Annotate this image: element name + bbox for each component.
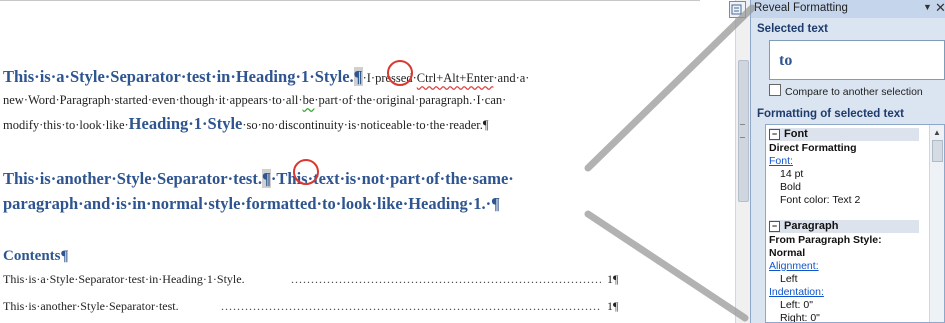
compare-checkbox[interactable]: Compare to another selection: [769, 84, 923, 98]
text-run: modify·this·to·look·like·: [3, 118, 129, 132]
font-color-value: Font color: Text 2: [780, 194, 861, 206]
toc-entry-text: This·is·a·Style·Separator·test·in·Headin…: [3, 272, 245, 286]
collapse-icon[interactable]: −: [769, 129, 780, 140]
toc-entry[interactable]: This·is·a·Style·Separator·test·in·Headin…: [3, 272, 623, 287]
style-separator-mark: ¶: [353, 67, 363, 86]
heading-style-text: Heading·1·Style: [128, 114, 243, 133]
toc-entry[interactable]: This·is·another·Style·Separator·test. ..…: [3, 299, 623, 314]
font-link[interactable]: Font:: [769, 155, 793, 167]
paragraph-2-line-2[interactable]: paragraph·and·is·in·normal·style·formatt…: [3, 194, 500, 214]
text-run: ·part·of·the·original·paragraph.·I·can·: [314, 93, 507, 107]
paragraph-1-line-3[interactable]: modify·this·to·look·like·Heading·1·Style…: [3, 114, 489, 134]
alignment-link[interactable]: Alignment:: [769, 260, 819, 272]
left-indent-value: Left: 0": [780, 299, 813, 311]
scrollbar-grip: [740, 124, 745, 138]
document-area[interactable]: This·is·a·Style·Separator·test·in·Headin…: [0, 0, 732, 323]
paragraph-group-header[interactable]: − Paragraph: [769, 220, 919, 233]
toc-page-number: 1¶: [607, 299, 619, 313]
text-run: ·I·: [362, 71, 376, 85]
toc-leader: ........................................…: [291, 272, 601, 286]
collapse-icon[interactable]: −: [769, 221, 780, 232]
compare-label: Compare to another selection: [785, 86, 923, 98]
pane-title-bar[interactable]: Reveal Formatting ▼ ✕: [751, 0, 945, 18]
chevron-down-icon[interactable]: ▼: [923, 2, 932, 12]
formatting-tree[interactable]: − Font Direct Formatting Font: 14 pt Bold…: [765, 124, 945, 323]
indentation-link[interactable]: Indentation:: [769, 286, 824, 298]
toc-entry-text: This·is·another·Style·Separator·test.: [3, 299, 179, 313]
highlight-circle: [293, 159, 319, 185]
close-icon[interactable]: ✕: [935, 0, 945, 16]
style-separator-mark: ¶: [261, 169, 271, 188]
selected-text-label: Selected text: [757, 23, 828, 35]
font-bold-value: Bold: [780, 181, 802, 193]
text-run: ·so·no·discontinuity·is·noticeable·to·th…: [242, 118, 489, 132]
scrollbar-thumb[interactable]: [932, 140, 943, 162]
toc-heading: Contents¶: [3, 248, 69, 264]
pane-title: Reveal Formatting: [754, 2, 848, 14]
paragraph-1-line-2[interactable]: new·Word·Paragraph·started·even·though·i…: [3, 93, 506, 108]
font-size-value: 14 pt: [780, 168, 804, 180]
text-run: ·and·a·: [493, 71, 530, 85]
heading-text: This·is·another·Style·Separator·test.: [3, 169, 262, 188]
selected-text-box[interactable]: to: [769, 40, 945, 80]
selected-text-value: to: [779, 52, 793, 69]
alignment-value: Left: [780, 273, 798, 285]
direct-formatting-label: Direct Formatting: [769, 142, 857, 154]
scroll-up-icon[interactable]: ▲: [933, 128, 941, 137]
grammar-flagged-text: be: [302, 93, 315, 107]
toc-page-number: 1¶: [607, 272, 619, 286]
pane-icon: [729, 1, 746, 18]
highlight-circle: [387, 60, 413, 86]
spelling-flagged-text: Ctrl+Alt+Enter: [416, 71, 494, 85]
formatting-scrollbar[interactable]: ▲: [929, 125, 944, 322]
paragraph-1-line-1[interactable]: This·is·a·Style·Separator·test·in·Headin…: [3, 67, 529, 87]
formatting-label: Formatting of selected text: [757, 108, 904, 120]
font-group-header[interactable]: − Font: [769, 128, 919, 141]
paragraph-group-label: Paragraph: [784, 220, 839, 232]
toc-leader: ........................................…: [221, 299, 601, 313]
style-name: Normal: [769, 247, 806, 259]
checkbox-icon[interactable]: [769, 84, 781, 96]
font-group-label: Font: [784, 128, 808, 140]
reveal-formatting-pane[interactable]: Reveal Formatting ▼ ✕ Selected text to C…: [750, 0, 945, 323]
page-edge: [0, 0, 700, 1]
paragraph-2-line-1[interactable]: This·is·another·Style·Separator·test.¶·T…: [3, 169, 514, 189]
from-style-label: From Paragraph Style:: [769, 234, 882, 246]
text-run: paragraph·and·is·in·normal·style·formatt…: [3, 194, 501, 213]
right-indent-value: Right: 0": [780, 312, 820, 323]
text-run: new·Word·Paragraph·started·even·though·i…: [3, 93, 303, 107]
heading-text: This·is·a·Style·Separator·test·in·Headin…: [3, 67, 354, 86]
